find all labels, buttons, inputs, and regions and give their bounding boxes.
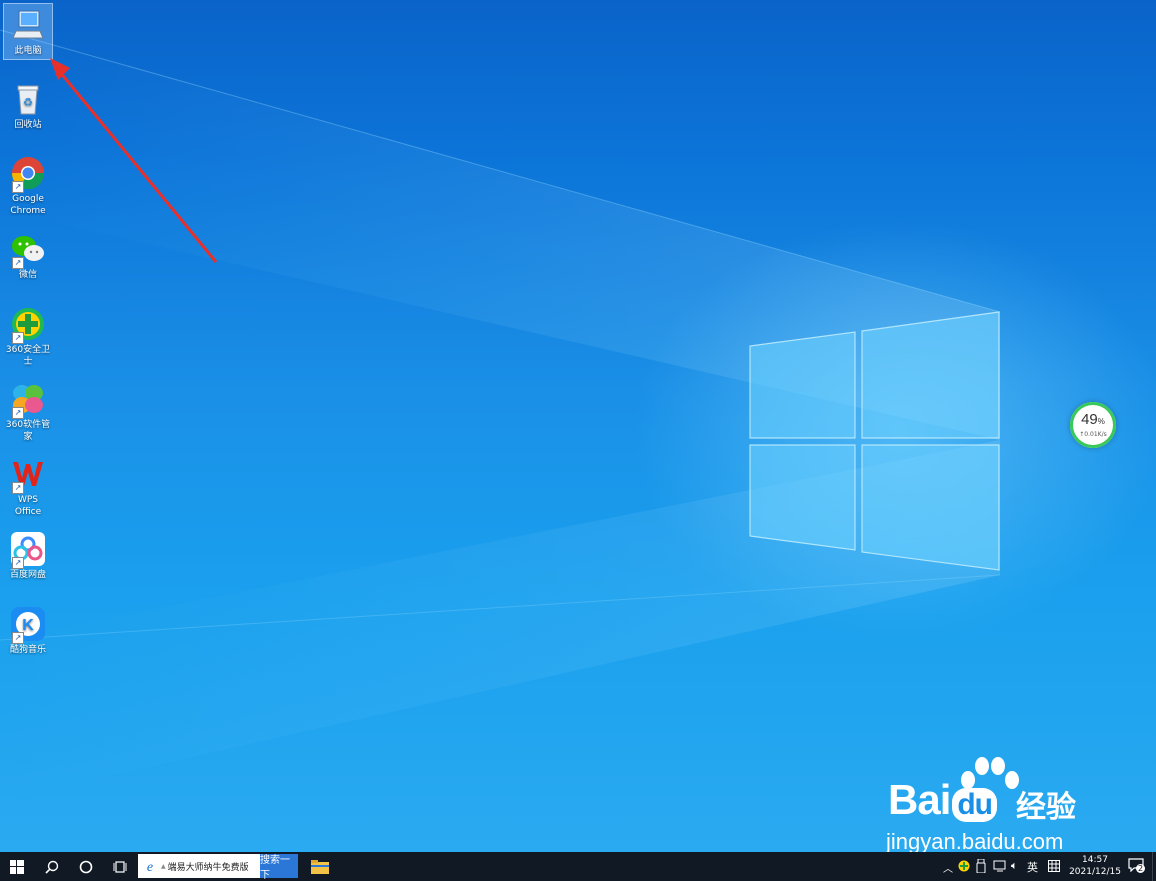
usb-device-icon[interactable] <box>976 859 986 873</box>
action-center-button[interactable]: 2 <box>1128 858 1146 874</box>
watermark-brand: Bai du <box>888 776 998 824</box>
svg-text:K: K <box>22 617 34 634</box>
svg-text:e: e <box>147 860 153 874</box>
volume-icon[interactable]: 🔈︎ <box>1011 859 1018 873</box>
watermark-brand-bai: Bai <box>888 776 951 823</box>
usage-percent-text: 49% <box>1070 411 1116 428</box>
ime-grid-icon[interactable] <box>1048 860 1060 872</box>
360-security-icon: ↗ <box>10 306 46 344</box>
clock[interactable]: 14:57 2021/12/15 <box>1066 854 1124 878</box>
windows-start-icon <box>10 859 24 874</box>
desktop-icon-label: 360安全卫士 <box>5 345 51 367</box>
dropdown-icon: ▲ <box>161 862 166 870</box>
watermark-brand-du: du <box>952 788 998 822</box>
desktop-icon-360-security[interactable]: ↗ 360安全卫士 <box>4 303 52 370</box>
desktop-icon-label: 360软件管家 <box>5 420 51 442</box>
cortana-button[interactable] <box>69 852 103 881</box>
watermark-url: jingyan.baidu.com <box>886 829 1064 852</box>
show-desktop-button[interactable] <box>1152 852 1156 881</box>
shortcut-arrow-icon: ↗ <box>12 332 24 344</box>
search-button[interactable] <box>35 852 69 881</box>
clock-time: 14:57 <box>1082 855 1108 865</box>
desktop-icon-kugou-music[interactable]: K ↗ 酷狗音乐 <box>4 603 52 658</box>
notification-badge: 2 <box>1136 864 1146 873</box>
task-view-icon <box>113 860 127 873</box>
annotation-arrow <box>50 58 218 263</box>
start-button[interactable] <box>0 852 34 881</box>
360-software-manager-icon: ↗ <box>10 381 46 419</box>
shortcut-arrow-icon: ↗ <box>12 632 24 644</box>
windows-logo-wallpaper <box>749 311 1000 571</box>
shortcut-arrow-icon: ↗ <box>12 482 24 494</box>
watermark-jingyan: 经验 <box>1016 790 1076 825</box>
task-view-button[interactable] <box>103 852 137 881</box>
cortana-circle-icon <box>79 860 93 873</box>
search-icon <box>45 860 59 874</box>
network-speed-widget[interactable]: 49% ↑0.01K/s <box>1070 402 1116 448</box>
desktop-icon-label: 百度网盘 <box>9 570 46 580</box>
taskbar: e ▲ 端易大师纳牛免费版 搜索一下 ︿ 🔈︎ 英 14:57 2021/12/… <box>0 852 1156 881</box>
360-tray-icon[interactable] <box>958 860 970 872</box>
baidu-netdisk-icon: ↗ <box>10 531 46 569</box>
shortcut-arrow-icon: ↗ <box>12 407 24 419</box>
search-submit-button[interactable]: 搜索一下 <box>260 854 298 881</box>
folder-icon <box>311 859 329 874</box>
desktop-icon-label: WPS Office <box>14 495 42 517</box>
input-language-indicator[interactable]: 英 <box>1027 859 1038 875</box>
shortcut-arrow-icon: ↗ <box>12 557 24 569</box>
desktop-icon-baidu-netdisk[interactable]: ↗ 百度网盘 <box>4 528 52 583</box>
percent-sign: % <box>1097 417 1105 426</box>
desktop-icon-wps-office[interactable]: ↗ WPS Office <box>4 453 52 520</box>
upload-rate: ↑0.01K/s <box>1079 431 1107 438</box>
ie-browser-icon: e <box>147 860 153 874</box>
network-icon[interactable] <box>993 860 1007 872</box>
wps-office-icon: ↗ <box>10 456 46 494</box>
show-hidden-icons-chevron-icon[interactable]: ︿ <box>943 860 953 875</box>
clock-date: 2021/12/15 <box>1069 867 1121 877</box>
taskbar-search-box[interactable]: e ▲ 端易大师纳牛免费版 <box>138 854 260 878</box>
desktop-icon-label: 酷狗音乐 <box>9 645 46 655</box>
search-box-text: 端易大师纳牛免费版 <box>167 862 249 873</box>
kugou-music-icon: K ↗ <box>10 606 46 644</box>
file-explorer-button[interactable] <box>303 852 337 881</box>
desktop[interactable]: 此电脑 ♻ 回收站 ↗ Google Chrome ↗ 微信 ↗ 360安全卫士… <box>0 0 1156 852</box>
desktop-icon-360-software-manager[interactable]: ↗ 360软件管家 <box>4 378 52 445</box>
usage-percent: 49 <box>1081 411 1098 428</box>
